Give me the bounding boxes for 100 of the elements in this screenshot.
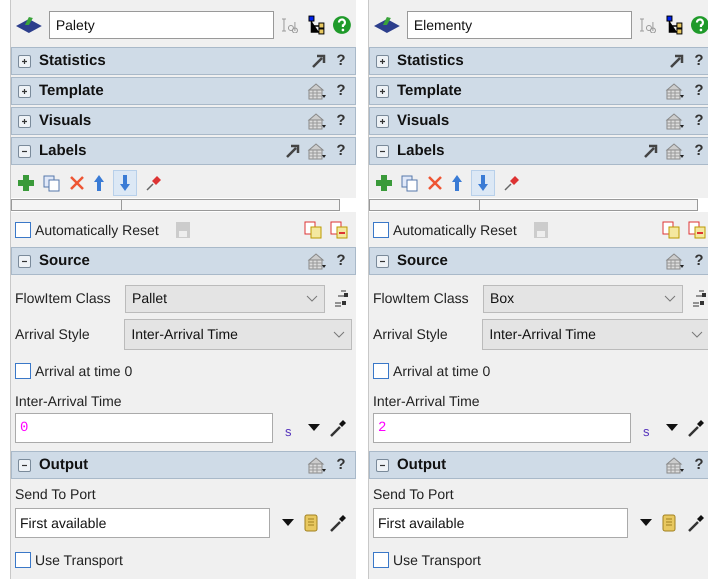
table-icon[interactable] (307, 456, 327, 474)
help-button[interactable]: ? (333, 140, 349, 162)
checkbox[interactable] (373, 363, 389, 379)
dropdown-arrow-icon[interactable] (282, 519, 294, 527)
add-icon[interactable] (17, 174, 35, 192)
copy-icon[interactable] (401, 174, 419, 192)
eyedropper-icon[interactable] (328, 418, 348, 438)
expand-icon[interactable] (376, 54, 389, 68)
copy-icon[interactable] (304, 221, 322, 239)
section-header[interactable]: Source ? (11, 247, 356, 275)
section-header[interactable]: Labels ? (369, 137, 708, 165)
help-button[interactable]: ? (333, 110, 349, 132)
expand-icon[interactable] (18, 114, 31, 128)
checkbox-label: Use Transport (35, 550, 123, 570)
section-header[interactable]: Source ? (369, 247, 708, 275)
down-arrow-button[interactable] (113, 170, 137, 196)
expand-icon[interactable] (376, 114, 389, 128)
up-arrow-icon[interactable] (93, 174, 105, 192)
expand-icon[interactable] (376, 84, 389, 98)
scroll-icon[interactable] (660, 513, 678, 533)
collapse-icon[interactable] (376, 254, 389, 268)
checkbox[interactable] (15, 363, 31, 379)
tree-icon[interactable] (308, 15, 326, 35)
paste-icon[interactable] (688, 221, 706, 239)
name-field[interactable]: Palety (48, 11, 274, 39)
dropdown-arrow-icon[interactable] (640, 519, 652, 527)
collapse-icon[interactable] (18, 144, 31, 158)
section-header[interactable]: Output ? (369, 451, 708, 479)
section-header[interactable]: Template ? (11, 77, 356, 105)
help-button[interactable]: ? (691, 50, 707, 72)
object-icon (15, 15, 43, 35)
checkbox[interactable] (373, 552, 389, 568)
arrow-icon[interactable] (311, 53, 327, 69)
unit-label: s (285, 423, 292, 442)
help-button[interactable]: ? (691, 454, 707, 476)
arrival-style-dropdown[interactable]: Inter-Arrival Time (482, 319, 708, 350)
copy-icon[interactable] (43, 174, 61, 192)
help-button[interactable]: ? (333, 80, 349, 102)
table-icon[interactable] (665, 142, 685, 160)
delete-icon[interactable] (69, 175, 85, 191)
send-to-port-field[interactable]: First available (373, 508, 628, 538)
help-button[interactable]: ? (691, 80, 707, 102)
hierarchy-icon[interactable] (333, 288, 349, 308)
section-header[interactable]: Template ? (369, 77, 708, 105)
help-button[interactable]: ? (333, 50, 349, 72)
paste-icon[interactable] (330, 221, 348, 239)
help-button[interactable]: ? (333, 454, 349, 476)
table-icon[interactable] (665, 82, 685, 100)
arrow-icon[interactable] (669, 53, 685, 69)
pin-icon[interactable] (503, 174, 521, 192)
dropdown-arrow-icon[interactable] (308, 424, 320, 432)
eyedropper-icon[interactable] (328, 513, 348, 533)
collapse-icon[interactable] (376, 458, 389, 472)
help-icon[interactable] (332, 15, 352, 35)
arrival-style-dropdown[interactable]: Inter-Arrival Time (124, 319, 352, 350)
field-label: Arrival Style (15, 325, 91, 344)
collapse-icon[interactable] (18, 254, 31, 268)
scroll-icon[interactable] (302, 513, 320, 533)
checkbox[interactable] (373, 222, 389, 238)
section-header[interactable]: Visuals ? (11, 107, 356, 135)
flowitem-dropdown[interactable]: Pallet (125, 284, 325, 312)
table-icon[interactable] (307, 142, 327, 160)
section-header[interactable]: Visuals ? (369, 107, 708, 135)
table-icon[interactable] (665, 112, 685, 130)
help-button[interactable]: ? (333, 250, 349, 272)
hierarchy-icon[interactable] (691, 288, 707, 308)
collapse-icon[interactable] (18, 458, 31, 472)
dropdown-arrow-icon[interactable] (666, 424, 678, 432)
flowitem-dropdown[interactable]: Box (483, 284, 683, 312)
section-header[interactable]: Statistics ? (369, 47, 708, 75)
tree-icon[interactable] (666, 15, 684, 35)
help-button[interactable]: ? (691, 250, 707, 272)
collapse-icon[interactable] (376, 144, 389, 158)
eyedropper-icon[interactable] (686, 513, 706, 533)
name-field[interactable]: Elementy (406, 11, 632, 39)
add-icon[interactable] (375, 174, 393, 192)
arrow-icon[interactable] (285, 143, 301, 159)
checkbox[interactable] (15, 552, 31, 568)
copy-icon[interactable] (662, 221, 680, 239)
table-icon[interactable] (307, 252, 327, 270)
help-button[interactable]: ? (691, 110, 707, 132)
table-icon[interactable] (307, 112, 327, 130)
table-icon[interactable] (307, 82, 327, 100)
checkbox[interactable] (15, 222, 31, 238)
down-arrow-button[interactable] (471, 170, 495, 196)
send-to-port-field[interactable]: First available (15, 508, 270, 538)
arrow-icon[interactable] (643, 143, 659, 159)
section-header[interactable]: Statistics ? (11, 47, 356, 75)
eyedropper-icon[interactable] (686, 418, 706, 438)
help-button[interactable]: ? (691, 140, 707, 162)
up-arrow-icon[interactable] (451, 174, 463, 192)
table-icon[interactable] (665, 252, 685, 270)
table-icon[interactable] (665, 456, 685, 474)
delete-icon[interactable] (427, 175, 443, 191)
section-header[interactable]: Labels ? (11, 137, 356, 165)
help-icon[interactable] (690, 15, 708, 35)
expand-icon[interactable] (18, 84, 31, 98)
section-header[interactable]: Output ? (11, 451, 356, 479)
pin-icon[interactable] (145, 174, 163, 192)
expand-icon[interactable] (18, 54, 31, 68)
